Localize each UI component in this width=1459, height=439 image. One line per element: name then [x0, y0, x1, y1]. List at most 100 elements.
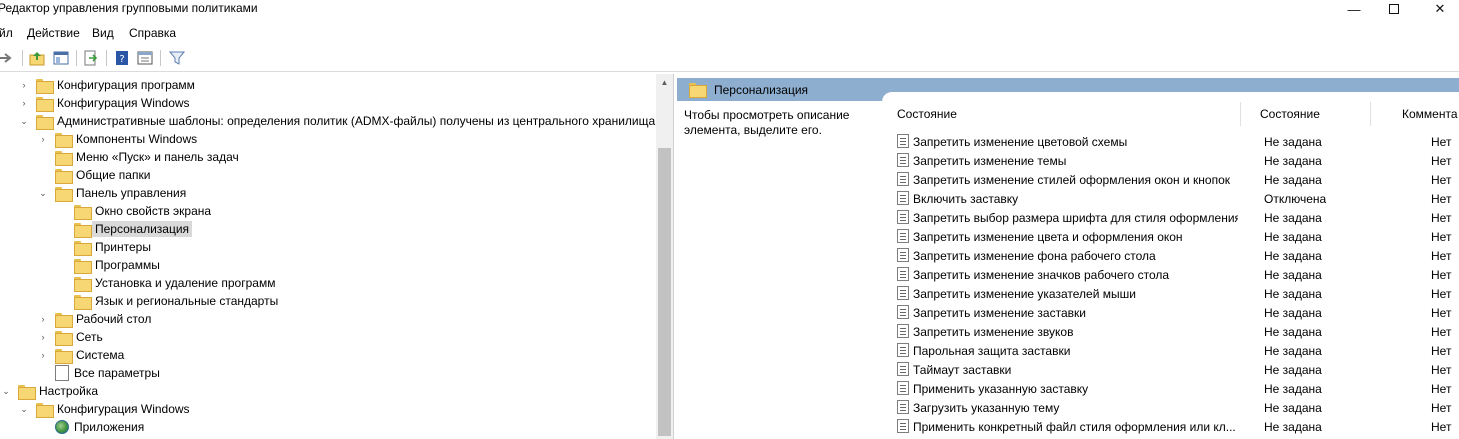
chevron-down-icon[interactable]: ⌄	[0, 386, 12, 397]
tree-item[interactable]: › Сеть	[37, 328, 103, 346]
tree-item[interactable]: Все параметры	[37, 364, 160, 382]
chevron-right-icon[interactable]: ›	[18, 98, 30, 108]
chevron-right-icon[interactable]: ›	[37, 134, 49, 144]
up-folder-button[interactable]	[28, 49, 46, 67]
tree-item[interactable]: › Конфигурация Windows	[18, 94, 190, 112]
policy-name: Запретить изменение цветовой схемы	[913, 135, 1128, 149]
policy-name: Парольная защита заставки	[913, 344, 1071, 358]
tree-item[interactable]: Принтеры	[56, 238, 151, 256]
table-row[interactable]: Парольная защита заставки Не задана Нет	[882, 341, 1459, 360]
menu-view[interactable]: Вид	[92, 26, 114, 40]
tree-item[interactable]: ⌄ Административные шаблоны: определения п…	[18, 112, 655, 130]
close-button[interactable]: ✕	[1417, 0, 1459, 18]
tree-item-label: Программы	[95, 258, 160, 272]
svg-text:?: ?	[119, 54, 124, 65]
chevron-right-icon[interactable]: ›	[37, 314, 49, 324]
tree-item[interactable]: ⌄ Настройка	[0, 382, 98, 400]
table-row[interactable]: Запретить изменение указателей мыши Не за…	[882, 284, 1459, 303]
table-row[interactable]: Включить заставку Отключена Нет	[882, 189, 1459, 208]
tree-item[interactable]: Меню «Пуск» и панель задач	[37, 148, 239, 166]
export-list-button[interactable]	[82, 49, 100, 67]
policy-setting-icon	[897, 210, 909, 224]
column-header-comment[interactable]: Коммента	[1402, 107, 1458, 121]
back-button[interactable]	[0, 49, 14, 67]
menu-file[interactable]: йл	[0, 26, 13, 40]
policy-list: Состояние Состояние Коммента Запретить и…	[882, 92, 1459, 439]
table-row[interactable]: Запретить изменение заставки Не задана Нет	[882, 303, 1459, 322]
tree-scrollbar[interactable]: ▲	[656, 74, 673, 439]
tree-item[interactable]: › Система	[37, 346, 124, 364]
show-hide-tree-icon	[53, 51, 69, 65]
table-row[interactable]: Применить указанную заставку Не задана Нет	[882, 379, 1459, 398]
table-row[interactable]: Запретить изменение фона рабочего стола Н…	[882, 246, 1459, 265]
tree-item[interactable]: Установка и удаление программ	[56, 274, 275, 292]
tree-item[interactable]: Приложения	[37, 418, 144, 436]
policy-setting-icon	[897, 191, 909, 205]
chevron-right-icon[interactable]: ›	[18, 80, 30, 90]
tree-item[interactable]: ⌄ Панель управления	[37, 184, 186, 202]
tree-item[interactable]: Окно свойств экрана	[56, 202, 211, 220]
policy-name: Запретить изменение стилей оформления ок…	[913, 173, 1231, 187]
policy-comment: Нет	[1431, 173, 1452, 187]
table-row[interactable]: Запретить изменение звуков Не задана Нет	[882, 322, 1459, 341]
table-row[interactable]: Запретить изменение темы Не задана Нет	[882, 151, 1459, 170]
tree-item[interactable]: › Рабочий стол	[37, 310, 151, 328]
table-row[interactable]: Запретить изменение цвета и оформления о…	[882, 227, 1459, 246]
policy-state: Не задана	[1264, 135, 1322, 149]
folder-icon	[55, 186, 73, 202]
properties-button[interactable]	[136, 49, 154, 67]
table-row[interactable]: Применить конкретный файл стиля оформлен…	[882, 417, 1459, 436]
folder-icon	[689, 83, 707, 98]
policy-state: Не задана	[1264, 420, 1322, 434]
tree-item[interactable]: Общие папки	[37, 166, 150, 184]
folder-icon	[55, 150, 73, 166]
policy-comment: Нет	[1431, 344, 1452, 358]
policy-name: Запретить изменение указателей мыши	[913, 287, 1136, 301]
back-arrow-icon	[0, 53, 12, 63]
policy-comment: Нет	[1431, 306, 1452, 320]
column-header-name[interactable]: Состояние	[897, 107, 957, 121]
policy-setting-icon	[897, 362, 909, 376]
menu-action[interactable]: Действие	[27, 26, 80, 40]
policy-comment: Нет	[1431, 363, 1452, 377]
filter-button[interactable]	[168, 49, 186, 67]
tree-item[interactable]: › Компоненты Windows	[37, 130, 197, 148]
table-row[interactable]: Загрузить указанную тему Не задана Нет	[882, 398, 1459, 417]
tree-item-label: Конфигурация Windows	[57, 402, 190, 416]
table-row[interactable]: Запретить изменение значков рабочего сто…	[882, 265, 1459, 284]
settings-doc-icon	[55, 365, 69, 381]
tree-item[interactable]: Программы	[56, 256, 160, 274]
policy-comment: Нет	[1431, 192, 1452, 206]
table-row[interactable]: Запретить выбор размера шрифта для стиля…	[882, 208, 1459, 227]
policy-state: Не задана	[1264, 344, 1322, 358]
table-row[interactable]: Запретить изменение цветовой схемы Не зад…	[882, 132, 1459, 151]
tree-item-label: Система	[76, 348, 125, 362]
column-header-state[interactable]: Состояние	[1260, 107, 1320, 121]
tree-item[interactable]: ⌄ Конфигурация Windows	[18, 400, 190, 418]
tree-item[interactable]: › Конфигурация программ	[18, 76, 195, 94]
chevron-down-icon[interactable]: ⌄	[18, 116, 30, 127]
folder-icon	[36, 114, 54, 130]
chevron-right-icon[interactable]: ›	[37, 350, 49, 360]
menu-help[interactable]: Справка	[129, 26, 176, 40]
scroll-up-icon[interactable]: ▲	[656, 78, 673, 90]
tree-item-label: Все параметры	[74, 366, 160, 380]
maximize-button[interactable]	[1371, 0, 1417, 18]
policy-state: Не задана	[1264, 173, 1322, 187]
table-row[interactable]: Запретить изменение стилей оформления ок…	[882, 170, 1459, 189]
tree-item[interactable]: Персонализация	[56, 220, 193, 238]
help-button[interactable]: ?	[113, 49, 131, 67]
policy-comment: Нет	[1431, 268, 1452, 282]
chevron-right-icon[interactable]: ›	[37, 332, 49, 342]
policy-name: Запретить выбор размера шрифта для стиля…	[913, 211, 1238, 225]
tree-item[interactable]: Язык и региональные стандарты	[56, 292, 278, 310]
folder-icon	[74, 204, 92, 220]
folder-icon	[55, 132, 73, 148]
scroll-thumb[interactable]	[658, 148, 671, 436]
folder-icon	[36, 96, 54, 112]
folder-icon	[74, 222, 92, 238]
table-row[interactable]: Таймаут заставки Не задана Нет	[882, 360, 1459, 379]
chevron-down-icon[interactable]: ⌄	[37, 188, 49, 199]
show-hide-tree-button[interactable]	[52, 49, 70, 67]
chevron-down-icon[interactable]: ⌄	[18, 404, 30, 415]
